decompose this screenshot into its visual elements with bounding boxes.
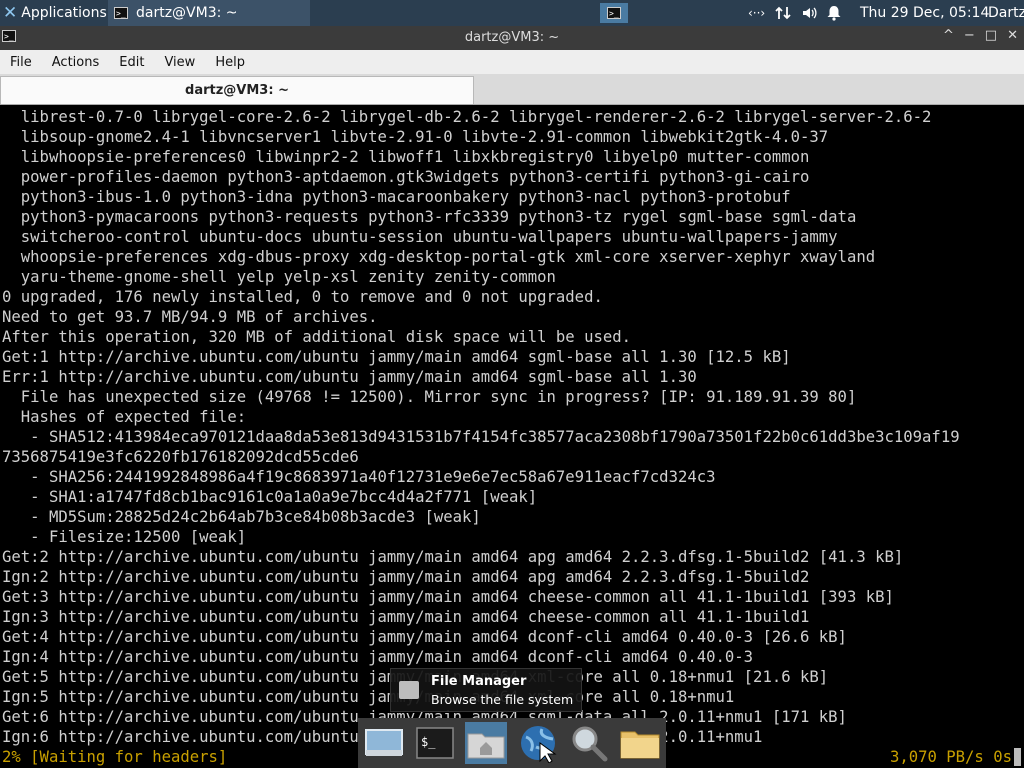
network-transfer-icon[interactable] xyxy=(775,5,791,21)
terminal-line: Need to get 93.7 MB/94.9 MB of archives. xyxy=(2,308,378,326)
home-folder-icon xyxy=(467,733,505,759)
progress-status: 2% [Waiting for headers] xyxy=(2,748,228,766)
taskbar-button-terminal[interactable]: >_ dartz@VM3: ~ xyxy=(108,0,310,26)
dock-item-search[interactable] xyxy=(568,722,610,764)
terminal-line: Ign:4 http://archive.ubuntu.com/ubuntu j… xyxy=(2,648,754,666)
terminal-line: File has unexpected size (49768 != 12500… xyxy=(2,388,857,406)
terminal-line: whoopsie-preferences xdg-dbus-proxy xdg-… xyxy=(2,248,876,266)
terminal-line: switcheroo-control ubuntu-docs ubuntu-se… xyxy=(2,228,838,246)
window-titlebar[interactable]: >_ dartz@VM3: ~ ^ − □ ✕ xyxy=(0,26,1024,50)
terminal-line: python3-ibus-1.0 python3-idna python3-ma… xyxy=(2,188,791,206)
dock-item-terminal[interactable]: $_ xyxy=(414,722,456,764)
terminal-line: yaru-theme-gnome-shell yelp yelp-xsl zen… xyxy=(2,268,556,286)
tooltip-title: File Manager xyxy=(431,674,527,689)
applications-menu[interactable]: ✕ Applications xyxy=(0,0,107,26)
terminal-line: Get:3 http://archive.ubuntu.com/ubuntu j… xyxy=(2,588,894,606)
terminal-line: libsoup-gnome2.4-1 libvncserver1 libvte-… xyxy=(2,128,829,146)
top-panel: ✕ Applications >_ dartz@VM3: ~ >_ ‹··› T… xyxy=(0,0,1024,26)
dock-item-file-manager[interactable] xyxy=(465,722,508,764)
applications-label: Applications xyxy=(21,5,107,21)
user-menu[interactable]: Dartz xyxy=(988,0,1024,26)
terminal-line: - SHA256:2441992848986a4f19c8683971a40f1… xyxy=(2,468,716,486)
file-manager-icon xyxy=(399,681,419,699)
xfce-logo-icon: ✕ xyxy=(3,3,18,23)
notification-bell-icon[interactable] xyxy=(827,5,841,21)
folder-icon xyxy=(620,731,660,759)
web-browser-icon xyxy=(520,726,557,763)
taskbar-button-label: dartz@VM3: ~ xyxy=(136,5,238,21)
terminal-line: librest-0.7-0 librygel-core-2.6-2 libryg… xyxy=(2,108,932,126)
dock-item-web-browser[interactable] xyxy=(517,722,559,764)
download-rate: 3,070 PB/s 0s xyxy=(889,748,1012,766)
terminal-line: python3-pymacaroons python3-requests pyt… xyxy=(2,208,857,226)
search-icon xyxy=(572,726,608,762)
window-controls: ^ − □ ✕ xyxy=(943,28,1018,43)
window-title: dartz@VM3: ~ xyxy=(464,30,560,45)
terminal-line: Get:1 http://archive.ubuntu.com/ubuntu j… xyxy=(2,348,791,366)
volume-icon[interactable] xyxy=(801,5,817,21)
terminal-line: 0 upgraded, 176 newly installed, 0 to re… xyxy=(2,288,603,306)
scrollbar[interactable] xyxy=(1012,107,1024,768)
terminal-line: Ign:3 http://archive.ubuntu.com/ubuntu j… xyxy=(2,608,810,626)
terminal-line: Get:4 http://archive.ubuntu.com/ubuntu j… xyxy=(2,628,847,646)
terminal-line: Ign:2 http://archive.ubuntu.com/ubuntu j… xyxy=(2,568,810,586)
terminal-line: power-profiles-daemon python3-aptdaemon.… xyxy=(2,168,810,186)
terminal-line: 7356875419e3fc6220fb176182092dcd55cde6 xyxy=(2,448,359,466)
menubar: File Actions Edit View Help xyxy=(0,50,1024,74)
terminal-line: - SHA512:413984eca970121daa8da53e813d943… xyxy=(2,428,960,446)
clock[interactable]: Thu 29 Dec, 05:14 xyxy=(860,0,989,26)
tab-bar: dartz@VM3: ~ xyxy=(0,74,1024,105)
terminal-line: - MD5Sum:28825d24c2b64ab7b3ce84b08b3acde… xyxy=(2,508,481,526)
dock: $_ xyxy=(358,718,666,768)
terminal-line: After this operation, 320 MB of addition… xyxy=(2,328,632,346)
menu-file[interactable]: File xyxy=(0,55,42,70)
terminal-icon: $_ xyxy=(416,727,454,759)
system-tray: ‹··› xyxy=(748,0,841,26)
maximize-button[interactable]: □ xyxy=(985,28,997,43)
shade-button[interactable]: ^ xyxy=(943,28,954,43)
workspace-switcher[interactable]: >_ xyxy=(600,3,628,23)
dock-item-show-desktop[interactable] xyxy=(363,722,405,764)
terminal-line: - Filesize:12500 [weak] xyxy=(2,528,247,546)
terminal-icon: >_ xyxy=(607,7,621,19)
tooltip: File Manager Browse the file system xyxy=(390,668,582,712)
minimize-button[interactable]: − xyxy=(964,28,975,43)
terminal-line: libwhoopsie-preferences0 libwinpr2-2 lib… xyxy=(2,148,810,166)
terminal-line: Hashes of expected file: xyxy=(2,408,247,426)
scrollbar-thumb[interactable] xyxy=(1014,748,1021,766)
menu-edit[interactable]: Edit xyxy=(109,55,154,70)
terminal-icon: >_ xyxy=(114,7,128,19)
dock-item-folder[interactable] xyxy=(619,722,661,764)
menu-view[interactable]: View xyxy=(154,55,205,70)
terminal-line: Get:2 http://archive.ubuntu.com/ubuntu j… xyxy=(2,548,904,566)
close-button[interactable]: ✕ xyxy=(1007,28,1018,43)
svg-text:$_: $_ xyxy=(421,735,436,749)
menu-help[interactable]: Help xyxy=(205,55,255,70)
tab-terminal[interactable]: dartz@VM3: ~ xyxy=(0,76,474,104)
terminal-line: - SHA1:a1747fd8cb1bac9161c0a1a0a9e7bcc4d… xyxy=(2,488,538,506)
tooltip-description: Browse the file system xyxy=(431,692,574,707)
terminal-line: Ign:5 http://archive.ubuntu.com/ubuntu j… xyxy=(2,688,735,706)
menu-actions[interactable]: Actions xyxy=(42,55,110,70)
terminal-line: Err:1 http://archive.ubuntu.com/ubuntu j… xyxy=(2,368,697,386)
network-icon[interactable]: ‹··› xyxy=(748,6,765,20)
show-desktop-icon xyxy=(364,729,403,756)
